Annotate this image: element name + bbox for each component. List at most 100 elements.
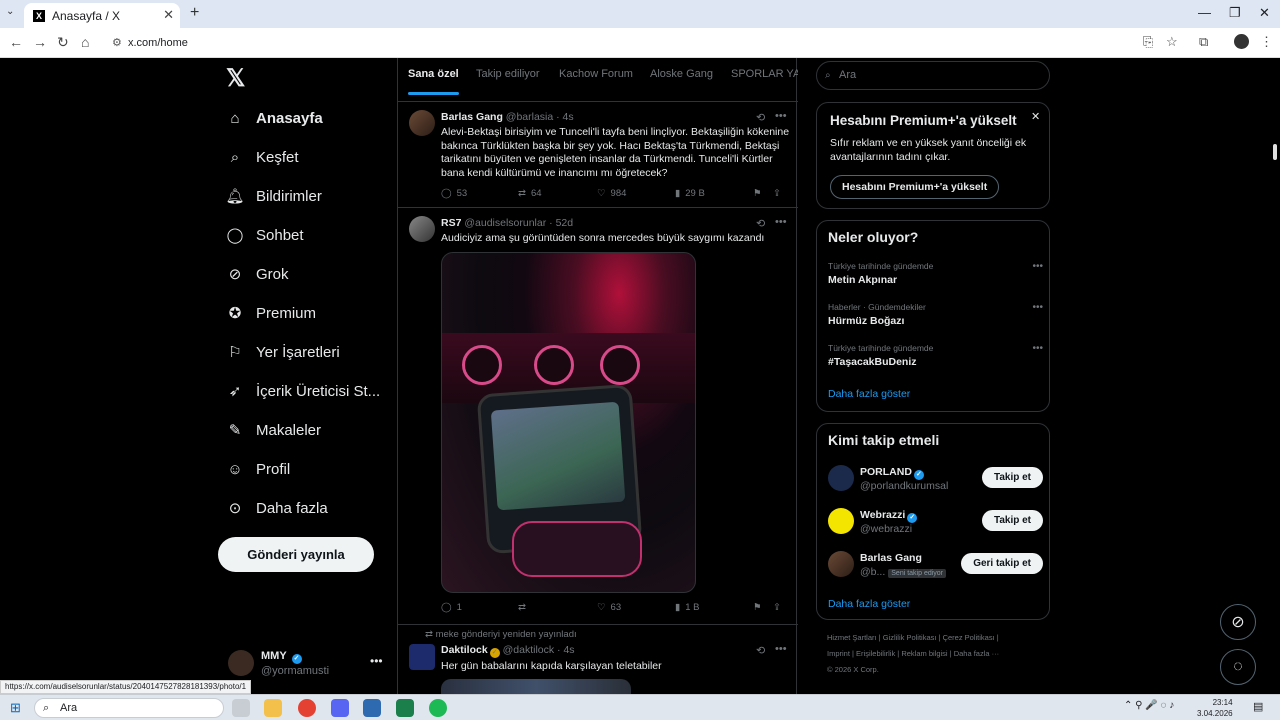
reply-button[interactable]: ◯ 1 — [441, 602, 462, 613]
follow-suggestion[interactable]: Barlas Gang @b... Seni takip ediyor Geri … — [828, 551, 1043, 581]
close-icon[interactable]: ✕ — [1031, 110, 1040, 123]
tab-kachow-forum[interactable]: Kachow Forum — [559, 68, 633, 80]
grok-icon[interactable]: ⟲ — [756, 644, 765, 657]
new-tab-icon[interactable]: + — [190, 4, 199, 22]
tab-aloske-gang[interactable]: Aloske Gang — [650, 68, 713, 80]
sidebar-item-grok[interactable]: ⊘ Grok — [226, 260, 289, 288]
tweet-more-icon[interactable]: ••• — [775, 110, 787, 122]
tweet-handle[interactable]: @audiselsorunlar — [464, 217, 546, 229]
search-input[interactable]: ⌕ Ara — [816, 61, 1050, 90]
avatar[interactable] — [409, 110, 435, 136]
sidebar-item-profil[interactable]: ☺ Profil — [226, 455, 290, 483]
suggestion-name[interactable]: Webrazzi — [860, 509, 905, 521]
sidebar-item-anasayfa[interactable]: ⌂ Anasayfa — [226, 104, 322, 132]
task-view-icon[interactable] — [232, 699, 250, 717]
sidebar-item-yer-i-şaretleri[interactable]: ⚐ Yer İşaretleri — [226, 338, 339, 366]
tab-sporlar-yap[interactable]: SPORLAR YAP — [731, 68, 798, 80]
scrollbar[interactable] — [1270, 58, 1280, 694]
url-field[interactable]: ⚙ x.com/home — [104, 32, 1132, 54]
account-switcher[interactable]: MMY ✓ @yormamusti ••• — [228, 648, 388, 688]
trend-item[interactable]: Haberler · Gündemdekiler Hürmüz Boğazı •… — [828, 302, 1043, 327]
extensions-icon[interactable]: ⧉ — [1199, 34, 1208, 50]
trends-show-more[interactable]: Daha fazla göster — [828, 388, 910, 400]
sidebar-item-daha-fazla[interactable]: ⊙ Daha fazla — [226, 494, 328, 522]
profile-avatar[interactable] — [1234, 34, 1249, 49]
suggestion-name[interactable]: PORLAND — [860, 466, 912, 478]
repost-button[interactable]: ⇄ — [518, 602, 526, 613]
messages-fab-icon[interactable]: ◌ — [1220, 649, 1256, 685]
views-button[interactable]: ▮ 1 B — [675, 602, 700, 613]
tweet-handle[interactable]: @daktilock — [503, 644, 555, 656]
tweet-author[interactable]: Barlas Gang — [441, 111, 503, 123]
trend-more-icon[interactable]: ••• — [1032, 343, 1043, 354]
tweet-author[interactable]: RS7 — [441, 217, 461, 229]
tab-search-icon[interactable]: ⌄ — [6, 6, 14, 17]
site-info-icon[interactable]: ⚙ — [112, 32, 122, 54]
avatar[interactable] — [409, 644, 435, 670]
follow-back-button[interactable]: Geri takip et — [961, 553, 1043, 574]
app-icon[interactable] — [396, 699, 414, 717]
x-logo-icon[interactable]: 𝕏 — [226, 64, 245, 93]
browser-tab[interactable]: X Anasayfa / X ✕ — [24, 3, 180, 28]
trend-more-icon[interactable]: ••• — [1032, 302, 1043, 313]
bookmark-icon[interactable]: ⚑ — [753, 602, 762, 613]
tweet-more-icon[interactable]: ••• — [775, 643, 787, 655]
tweet-time[interactable]: · 4s — [556, 111, 574, 123]
home-browser-icon[interactable]: ⌂ — [81, 34, 89, 50]
avatar[interactable] — [828, 465, 854, 491]
grok-icon[interactable]: ⟲ — [756, 111, 765, 124]
sidebar-item-keşfet[interactable]: ⌕ Keşfet — [226, 143, 299, 171]
windows-start-icon[interactable]: ⊞ — [10, 700, 21, 716]
account-more-icon[interactable]: ••• — [370, 654, 383, 668]
file-explorer-icon[interactable] — [264, 699, 282, 717]
avatar[interactable] — [828, 551, 854, 577]
reply-button[interactable]: ◯ 53 — [441, 188, 467, 199]
tweet-author[interactable]: Daktilock — [441, 644, 488, 656]
follow-suggestion[interactable]: Webrazzi ✓ @webrazzi Takip et — [828, 508, 1043, 538]
tweet-time[interactable]: · 52d — [549, 217, 573, 229]
avatar[interactable] — [828, 508, 854, 534]
follow-button[interactable]: Takip et — [981, 467, 1043, 488]
sidebar-item-premium[interactable]: ✪ Premium — [226, 299, 316, 327]
who-to-follow-show-more[interactable]: Daha fazla göster — [828, 598, 910, 610]
tweet[interactable]: ⇄ meke gönderiyi yeniden yayınladı Dakti… — [398, 625, 798, 694]
spotify-icon[interactable] — [429, 699, 447, 717]
browser-menu-icon[interactable]: ⋮ — [1260, 34, 1273, 50]
footer-line[interactable]: Hizmet Şartları | Gizlilik Politikası | … — [827, 630, 1042, 646]
minimize-icon[interactable]: — — [1198, 5, 1211, 20]
app-icon[interactable] — [363, 699, 381, 717]
discord-icon[interactable] — [331, 699, 349, 717]
retweeted-by[interactable]: meke gönderiyi yeniden yayınladı — [436, 629, 577, 640]
notification-icon[interactable]: ▤ — [1253, 700, 1263, 713]
reload-icon[interactable]: ↻ — [57, 34, 69, 51]
follow-button[interactable]: Takip et — [981, 510, 1043, 531]
premium-upgrade-button[interactable]: Hesabını Premium+'a yükselt — [830, 175, 1000, 199]
sidebar-item-bildirimler[interactable]: 🔔︎ Bildirimler — [225, 182, 321, 210]
trend-item[interactable]: Türkiye tarihinde gündemde Metin Akpınar… — [828, 261, 1043, 286]
suggestion-name[interactable]: Barlas Gang — [860, 552, 922, 564]
tweet-time[interactable]: · 4s — [557, 644, 575, 656]
tab-takip-ediliyor[interactable]: Takip ediliyor — [476, 68, 540, 80]
chrome-icon[interactable] — [298, 699, 316, 717]
back-icon[interactable]: ← — [9, 34, 23, 50]
bookmark-icon[interactable]: ⚑ — [753, 188, 762, 199]
sidebar-item-sohbet[interactable]: ◯ Sohbet — [226, 221, 304, 249]
trend-item[interactable]: Türkiye tarihinde gündemde #TaşacakBuDen… — [828, 343, 1043, 368]
tray-icons[interactable]: ⌃ ⚲ 🎤 ◌ ♪ — [1124, 700, 1174, 711]
tweet-photo[interactable] — [441, 679, 631, 694]
tweet[interactable]: RS7 @audiselsorunlar · 52d ⟲ ••• Audiciy… — [398, 208, 798, 625]
forward-icon[interactable]: → — [33, 34, 47, 50]
post-button[interactable]: Gönderi yayınla — [218, 537, 374, 572]
tweet-handle[interactable]: @barlasia — [506, 111, 553, 123]
close-tab-icon[interactable]: ✕ — [163, 7, 174, 23]
footer-line[interactable]: Imprint | Erişilebilirlik | Reklam bilgi… — [827, 646, 1042, 662]
views-button[interactable]: ▮ 29 B — [675, 188, 705, 199]
follow-suggestion[interactable]: PORLAND ✓ @porlandkurumsal Takip et — [828, 465, 1043, 495]
scrollbar-thumb[interactable] — [1273, 144, 1277, 160]
share-icon[interactable]: ⇪ — [773, 188, 781, 199]
restore-icon[interactable]: ❐ — [1229, 5, 1241, 21]
tweet[interactable]: Barlas Gang @barlasia · 4s ⟲ ••• Alevi-B… — [398, 102, 798, 208]
tweet-more-icon[interactable]: ••• — [775, 216, 787, 228]
install-icon[interactable]: ⎘ — [1143, 34, 1153, 50]
tweet-photo[interactable] — [441, 252, 696, 593]
